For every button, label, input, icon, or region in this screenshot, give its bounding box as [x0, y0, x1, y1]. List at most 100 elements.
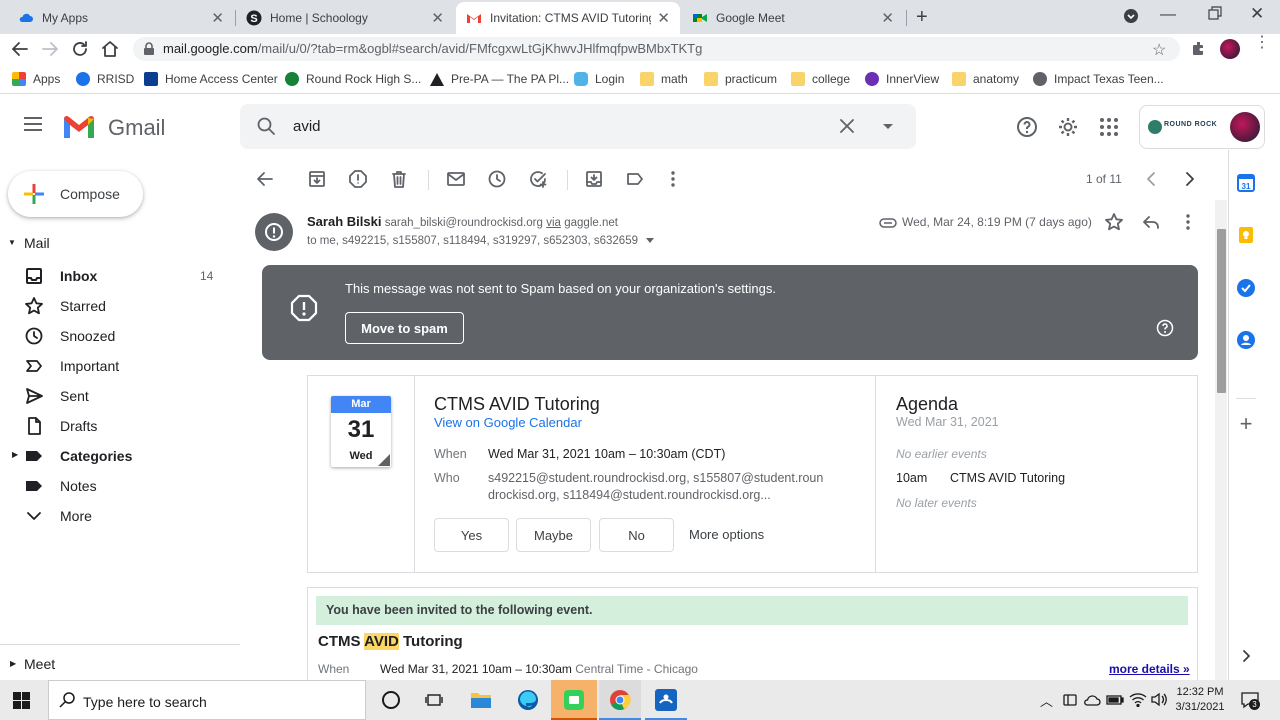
via-link[interactable]: via	[546, 217, 561, 229]
close-tab-icon[interactable]: ✕	[881, 9, 894, 27]
reload-icon[interactable]	[70, 39, 90, 62]
taskbar-app-active[interactable]	[551, 680, 597, 720]
help-circle-icon[interactable]	[1156, 319, 1174, 340]
back-arrow-icon[interactable]	[10, 39, 30, 62]
sidebar-item-sent[interactable]: Sent	[0, 381, 240, 411]
caret-right-icon[interactable]: ▶	[12, 450, 18, 459]
expand-panel-chevron-icon[interactable]	[1228, 638, 1264, 674]
recipient-details-caret-icon[interactable]	[646, 238, 655, 244]
taskbar-clock[interactable]: 12:32 PM 3/31/2021	[1174, 685, 1226, 715]
clear-search-icon[interactable]	[837, 116, 857, 139]
sidebar-item-important[interactable]: Important	[0, 351, 240, 381]
bookmark-innerview[interactable]: InnerView	[865, 70, 939, 88]
extensions-icon[interactable]	[1190, 40, 1208, 61]
message-more-icon[interactable]	[1178, 212, 1198, 235]
get-addons-plus-icon[interactable]: +	[1228, 406, 1264, 442]
taskbar-search-box[interactable]: Type here to search	[48, 680, 366, 720]
older-chevron-icon[interactable]	[1179, 169, 1199, 192]
bookmark-folder-math[interactable]: math	[640, 70, 688, 88]
reply-icon[interactable]	[1141, 212, 1161, 235]
search-input[interactable]: avid	[293, 118, 321, 135]
bookmark-login[interactable]: Login	[574, 70, 624, 88]
back-to-search-icon[interactable]	[255, 169, 275, 192]
bookmark-pre-pa[interactable]: Pre-PA — The PA Pl...	[430, 70, 569, 88]
google-calendar-icon[interactable]: 31	[1228, 165, 1264, 201]
tab-schoology[interactable]: S Home | Schoology ✕	[236, 2, 454, 34]
more-actions-icon[interactable]	[663, 169, 683, 192]
bookmark-folder-practicum[interactable]: practicum	[704, 70, 777, 88]
new-tab-button[interactable]: +	[916, 6, 928, 29]
bookmark-round-rock-high[interactable]: Round Rock High S...	[285, 70, 421, 88]
agenda-event[interactable]: CTMS AVID Tutoring	[950, 471, 1065, 485]
chrome-menu-icon[interactable]: ⋮	[1254, 35, 1270, 51]
label-as-icon[interactable]	[625, 169, 645, 192]
sender-name[interactable]: Sarah Bilski	[307, 214, 381, 229]
sidebar-item-more[interactable]: More	[0, 501, 240, 531]
search-options-icon[interactable]	[883, 124, 893, 129]
account-switcher[interactable]: ROUND ROCK	[1139, 105, 1265, 149]
tab-my-apps[interactable]: My Apps ✕	[8, 2, 234, 34]
move-to-icon[interactable]	[584, 169, 604, 192]
rsvp-maybe-button[interactable]: Maybe	[516, 518, 591, 552]
onedrive-cloud-icon[interactable]	[1083, 693, 1101, 709]
compose-button[interactable]: Compose	[8, 171, 143, 217]
sidebar-item-inbox[interactable]: Inbox 14	[0, 261, 240, 291]
move-to-spam-button[interactable]: Move to spam	[345, 312, 464, 344]
close-tab-icon[interactable]: ✕	[211, 9, 224, 27]
file-explorer-icon[interactable]	[470, 690, 492, 713]
edge-icon[interactable]	[517, 689, 539, 714]
google-keep-icon[interactable]	[1228, 217, 1264, 253]
caret-down-icon[interactable]: ▼	[8, 238, 16, 247]
star-icon[interactable]	[1104, 212, 1124, 235]
archive-icon[interactable]	[307, 169, 327, 192]
bookmark-home-access-center[interactable]: Home Access Center	[144, 70, 278, 88]
wifi-icon[interactable]	[1129, 692, 1147, 710]
more-options-link[interactable]: More options	[689, 527, 764, 542]
bookmark-folder-anatomy[interactable]: anatomy	[952, 70, 1019, 88]
newer-chevron-icon[interactable]	[1142, 169, 1162, 192]
bookmark-folder-college[interactable]: college	[791, 70, 850, 88]
sidebar-item-categories[interactable]: ▶ Categories	[0, 441, 240, 471]
rsvp-no-button[interactable]: No	[599, 518, 674, 552]
bookmark-rrisd[interactable]: RRISD	[76, 70, 134, 88]
notification-center-icon[interactable]: 3	[1240, 691, 1260, 712]
add-to-tasks-icon[interactable]	[528, 169, 548, 192]
taskbar-classroom[interactable]	[645, 680, 687, 720]
gmail-logo-icon[interactable]	[62, 114, 96, 143]
main-menu-icon[interactable]	[24, 117, 42, 134]
volume-icon[interactable]	[1150, 692, 1168, 710]
snooze-clock-icon[interactable]	[487, 169, 507, 192]
apps-launcher-icon[interactable]	[1100, 118, 1118, 139]
more-details-link[interactable]: more details »	[1109, 662, 1190, 676]
windows-start-icon[interactable]	[13, 692, 30, 712]
google-tasks-icon[interactable]	[1228, 270, 1264, 306]
address-bar[interactable]: mail.google.com/mail/u/0/?tab=rm&ogbl#se…	[133, 37, 1180, 61]
tab-invitation[interactable]: Invitation: CTMS AVID Tutoring @ ✕	[456, 2, 680, 34]
sidebar-item-notes[interactable]: Notes	[0, 471, 240, 501]
sidebar-item-drafts[interactable]: Drafts	[0, 411, 240, 441]
view-on-google-calendar-link[interactable]: View on Google Calendar	[434, 415, 582, 430]
close-window-button[interactable]: ✕	[1250, 4, 1264, 24]
mail-section-label[interactable]: Mail	[24, 235, 50, 251]
google-contacts-icon[interactable]	[1228, 322, 1264, 358]
delete-icon[interactable]	[389, 169, 409, 192]
meet-section-label[interactable]: Meet	[24, 656, 55, 672]
profile-avatar[interactable]	[1220, 39, 1240, 59]
bookmark-star-icon[interactable]: ☆	[1152, 40, 1166, 60]
tab-search-icon[interactable]	[1123, 8, 1139, 27]
bookmark-apps[interactable]: Apps	[12, 70, 60, 88]
meet-now-icon[interactable]	[1062, 692, 1078, 711]
scrollbar-thumb[interactable]	[1217, 229, 1226, 393]
home-icon[interactable]	[100, 39, 120, 62]
help-icon[interactable]	[1016, 116, 1038, 141]
minimize-window-button[interactable]: —	[1160, 6, 1176, 24]
forward-arrow-icon[interactable]	[40, 39, 60, 62]
tab-google-meet[interactable]: Google Meet ✕	[682, 2, 904, 34]
task-view-icon[interactable]	[425, 692, 443, 711]
settings-gear-icon[interactable]	[1057, 116, 1079, 141]
taskbar-chrome[interactable]	[599, 680, 641, 720]
recipients-line[interactable]: to me, s492215, s155807, s118494, s31929…	[307, 235, 655, 247]
restore-window-button[interactable]	[1208, 6, 1222, 23]
caret-right-icon[interactable]: ▶	[10, 659, 16, 668]
bookmark-impact-texas-teen[interactable]: Impact Texas Teen...	[1033, 70, 1164, 88]
